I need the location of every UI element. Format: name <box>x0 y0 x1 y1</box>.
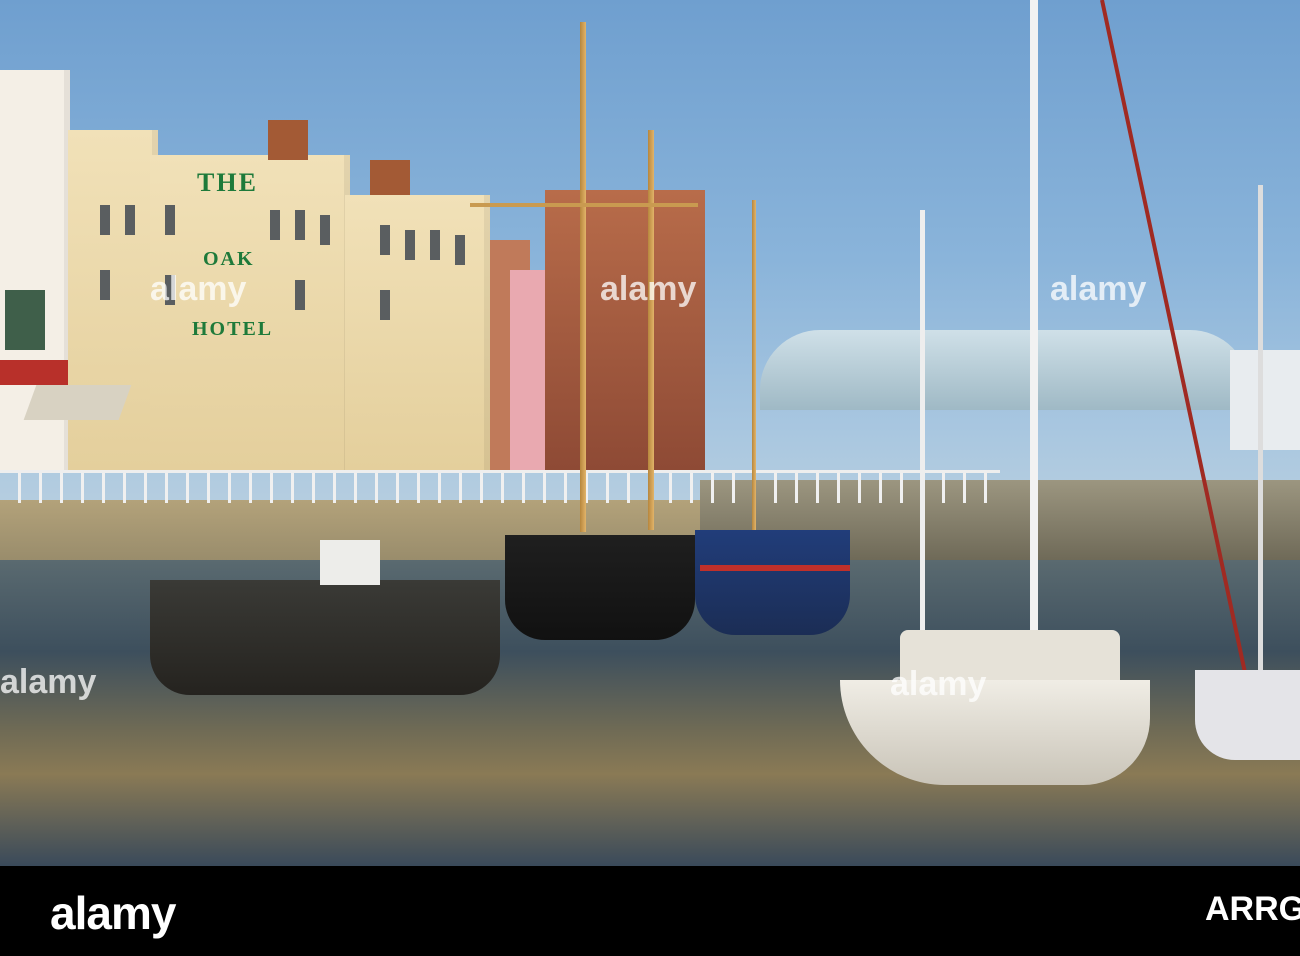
window <box>295 210 305 240</box>
oak-hotel-building <box>150 155 350 470</box>
chimney <box>370 160 410 195</box>
mast <box>648 130 654 530</box>
yard <box>470 203 698 207</box>
alamy-logo: alamy <box>50 887 176 939</box>
yacht-mast <box>1030 0 1038 690</box>
image-id: ARRG6N <box>1205 890 1300 928</box>
fishing-boat <box>150 580 500 695</box>
awning <box>23 385 132 420</box>
promenade-railing <box>0 470 1000 503</box>
window <box>380 225 390 255</box>
window <box>405 230 415 260</box>
window <box>270 210 280 240</box>
window <box>455 235 465 265</box>
window <box>430 230 440 260</box>
window <box>165 205 175 235</box>
window <box>125 205 135 235</box>
building-redbrick <box>545 190 705 470</box>
chimney <box>268 120 308 160</box>
lifeboat <box>695 530 850 635</box>
building-right <box>1230 350 1300 450</box>
watermark: alamy <box>0 663 97 701</box>
window <box>380 290 390 320</box>
stock-footer: alamy ARRG6N <box>0 866 1300 956</box>
watermark: alamy <box>890 665 987 703</box>
window <box>295 280 305 310</box>
window <box>100 205 110 235</box>
red-awning <box>0 360 75 385</box>
mast <box>580 22 586 532</box>
window <box>5 290 45 350</box>
mast <box>1258 185 1263 685</box>
watermark: alamy <box>1050 270 1147 308</box>
window <box>100 270 110 300</box>
yacht-right <box>1195 670 1300 760</box>
sailing-barge <box>505 535 695 640</box>
watermark: alamy <box>150 270 247 308</box>
wheelhouse <box>320 540 380 585</box>
hotel-sign-hotel: HOTEL <box>192 318 274 340</box>
building-pink <box>510 270 550 470</box>
watermark: alamy <box>600 270 697 308</box>
window <box>320 215 330 245</box>
mast <box>920 210 925 630</box>
mast <box>752 200 756 530</box>
lifeboat-stripe <box>700 565 850 571</box>
hotel-sign-oak: OAK <box>203 248 255 270</box>
hotel-sign-the: THE <box>197 168 258 197</box>
harbour-photo: THE OAK HOTEL alamy alamy alamy alamy al… <box>0 0 1300 866</box>
building <box>345 195 490 470</box>
